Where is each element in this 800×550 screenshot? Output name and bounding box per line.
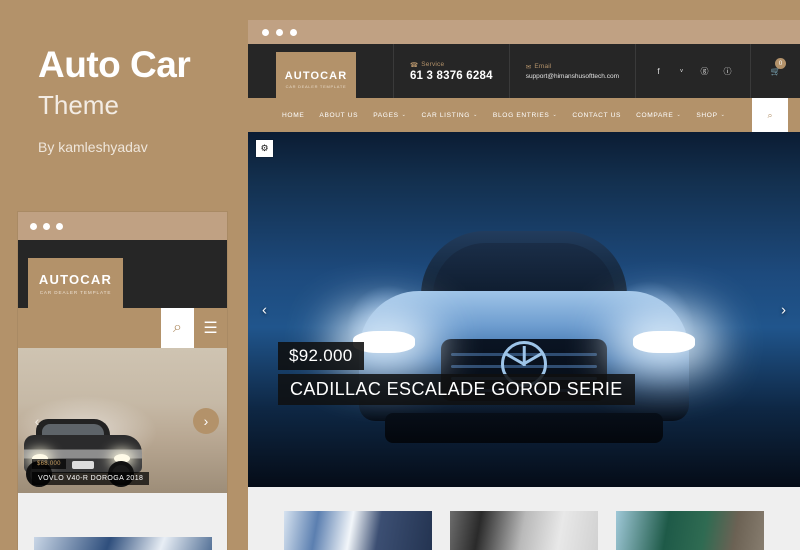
service-label-row: ☎ Service [410,61,493,69]
mobile-logo-tagline: CAR DEALER TEMPLATE [39,289,112,295]
nav-item-shop[interactable]: SHOP ⌄ [696,112,725,119]
dealership-card-thumbnail[interactable] [616,511,764,550]
mobile-action-bar: ⌕ ☰ [18,308,227,348]
google-plus-icon[interactable]: ⓖ [700,67,709,76]
service-phone-number[interactable]: 61 3 8376 6284 [410,70,493,82]
cart-button[interactable]: 🛒 0 [750,44,800,98]
chevron-down-icon: ⌄ [473,112,478,118]
chrome-dot-minimize[interactable] [276,28,283,36]
mobile-slider-prev[interactable]: ‹ [24,408,50,434]
mobile-hero-slider[interactable]: ‹ › $68.000 VOVLO V40-R DOROGA 2018 [18,348,227,493]
hero-settings-button[interactable]: ⚙ [256,140,273,157]
phone-icon: ☎ [409,61,419,69]
nav-label: BLOG ENTRIES [492,111,550,119]
service-info: ☎ Service 61 3 8376 6284 [392,44,509,98]
mobile-search-button[interactable]: ⌕ [161,308,194,348]
desktop-preview-card[interactable]: AUTOCAR CAR DEALER TEMPLATE ☎ Service 61… [248,20,800,550]
hero-slider-prev[interactable]: ‹ [262,301,267,318]
mobile-logo-name: AUTOCAR [38,271,113,287]
nav-label: PAGES [373,111,399,119]
site-logo-name: AUTOCAR [284,69,348,82]
chevron-down-icon: ⌄ [552,112,558,118]
nav-search-button[interactable]: ⌕ [752,98,788,132]
nav-item-blog-entries[interactable]: BLOG ENTRIES ⌄ [493,112,557,119]
mobile-browser-chrome [18,212,227,240]
hero-slide-title: CADILLAC ESCALADE GOROD SERIE [278,374,635,405]
chrome-dot-maximize[interactable] [56,222,63,230]
mobile-logo[interactable]: AUTOCAR CAR DEALER TEMPLATE [28,258,123,308]
theme-title-block: Auto Car Theme By kamleshyadav [38,44,238,156]
search-icon: ⌕ [173,319,182,336]
desktop-browser-chrome [248,20,800,44]
mobile-slide-price: $68.000 [32,459,66,469]
main-navigation: HOME ABOUT US PAGES ⌄ CAR LISTING ⌄ BLOG… [248,98,800,132]
twitter-icon[interactable]: ᵛ [677,67,686,76]
mobile-slide-title: VOVLO V40-R DOROGA 2018 [32,472,150,485]
chevron-down-icon: ⌄ [676,112,682,118]
nav-label: HOME [282,111,305,119]
hero-slide-price: $92.000 [278,342,364,370]
nav-item-about-us[interactable]: ABOUT US [319,112,358,119]
linkedin-icon[interactable]: ⓘ [723,67,732,76]
theme-author: By kamleshyadav [38,139,148,156]
email-address[interactable]: support@himanshusofttech.com [526,73,619,80]
nav-label: ABOUT US [319,111,359,119]
email-info: ✉ Email support@himanshusofttech.com [508,44,635,98]
social-links: f ᵛ ⓖ ⓘ [635,44,750,98]
wheel-card-thumbnail[interactable] [450,511,598,550]
service-card-thumbnail[interactable] [284,511,432,550]
email-label-row: ✉ Email [526,63,619,71]
hero-slide-caption: $92.000 CADILLAC ESCALADE GOROD SERIE [278,342,635,405]
mobile-preview-card[interactable]: AUTOCAR CAR DEALER TEMPLATE ⌕ ☰ ‹ › $68.… [18,212,227,550]
nav-label: CAR LISTING [421,111,471,119]
nav-list: HOME ABOUT US PAGES ⌄ CAR LISTING ⌄ BLOG… [282,112,725,119]
chrome-dot-close[interactable] [262,28,269,36]
site-topbar: AUTOCAR CAR DEALER TEMPLATE ☎ Service 61… [248,44,800,106]
mobile-content-section [18,493,227,550]
chrome-dot-maximize[interactable] [290,28,297,36]
gear-icon: ⚙ [260,143,269,153]
nav-item-pages[interactable]: PAGES ⌄ [373,112,406,119]
search-icon: ⌕ [767,109,773,120]
envelope-icon: ✉ [525,63,532,71]
hero-slider[interactable]: ⚙ ‹ › $92.000 CADILLAC ESCALADE GOROD SE… [248,132,800,487]
nav-item-home[interactable]: HOME [282,112,304,119]
nav-item-car-listing[interactable]: CAR LISTING ⌄ [422,112,478,119]
nav-item-compare[interactable]: COMPARE ⌄ [636,112,681,119]
chrome-dot-close[interactable] [30,222,37,230]
content-section [248,487,800,550]
content-card-row [248,511,800,550]
screenshot-root: Auto Car Theme By kamleshyadav AUTOCAR C… [0,0,800,550]
mobile-menu-button[interactable]: ☰ [194,308,227,348]
page-title: Auto Car [38,44,191,85]
mobile-slide-caption: $68.000 VOVLO V40-R DOROGA 2018 [32,452,150,485]
cart-count-badge: 0 [775,58,786,69]
chrome-dot-minimize[interactable] [43,222,50,230]
service-label: Service [421,61,445,68]
hero-car-image [353,199,695,449]
mobile-content-thumbnail[interactable] [34,537,212,550]
nav-label: CONTACT US [572,111,622,119]
nav-label: SHOP [696,111,718,119]
nav-item-contact-us[interactable]: CONTACT US [572,112,621,119]
mobile-site-header: AUTOCAR CAR DEALER TEMPLATE [18,240,227,308]
email-label: Email [534,63,552,70]
page-subtitle: Theme [38,89,119,120]
mobile-slider-next[interactable]: › [193,407,219,434]
nav-label: COMPARE [636,111,674,119]
site-logo-tagline: CAR DEALER TEMPLATE [285,83,347,89]
hero-slider-next[interactable]: › [781,301,786,318]
chevron-down-icon: ⌄ [720,112,726,118]
chevron-down-icon: ⌄ [401,112,407,118]
facebook-icon[interactable]: f [654,67,663,76]
hamburger-menu-icon: ☰ [203,320,218,337]
